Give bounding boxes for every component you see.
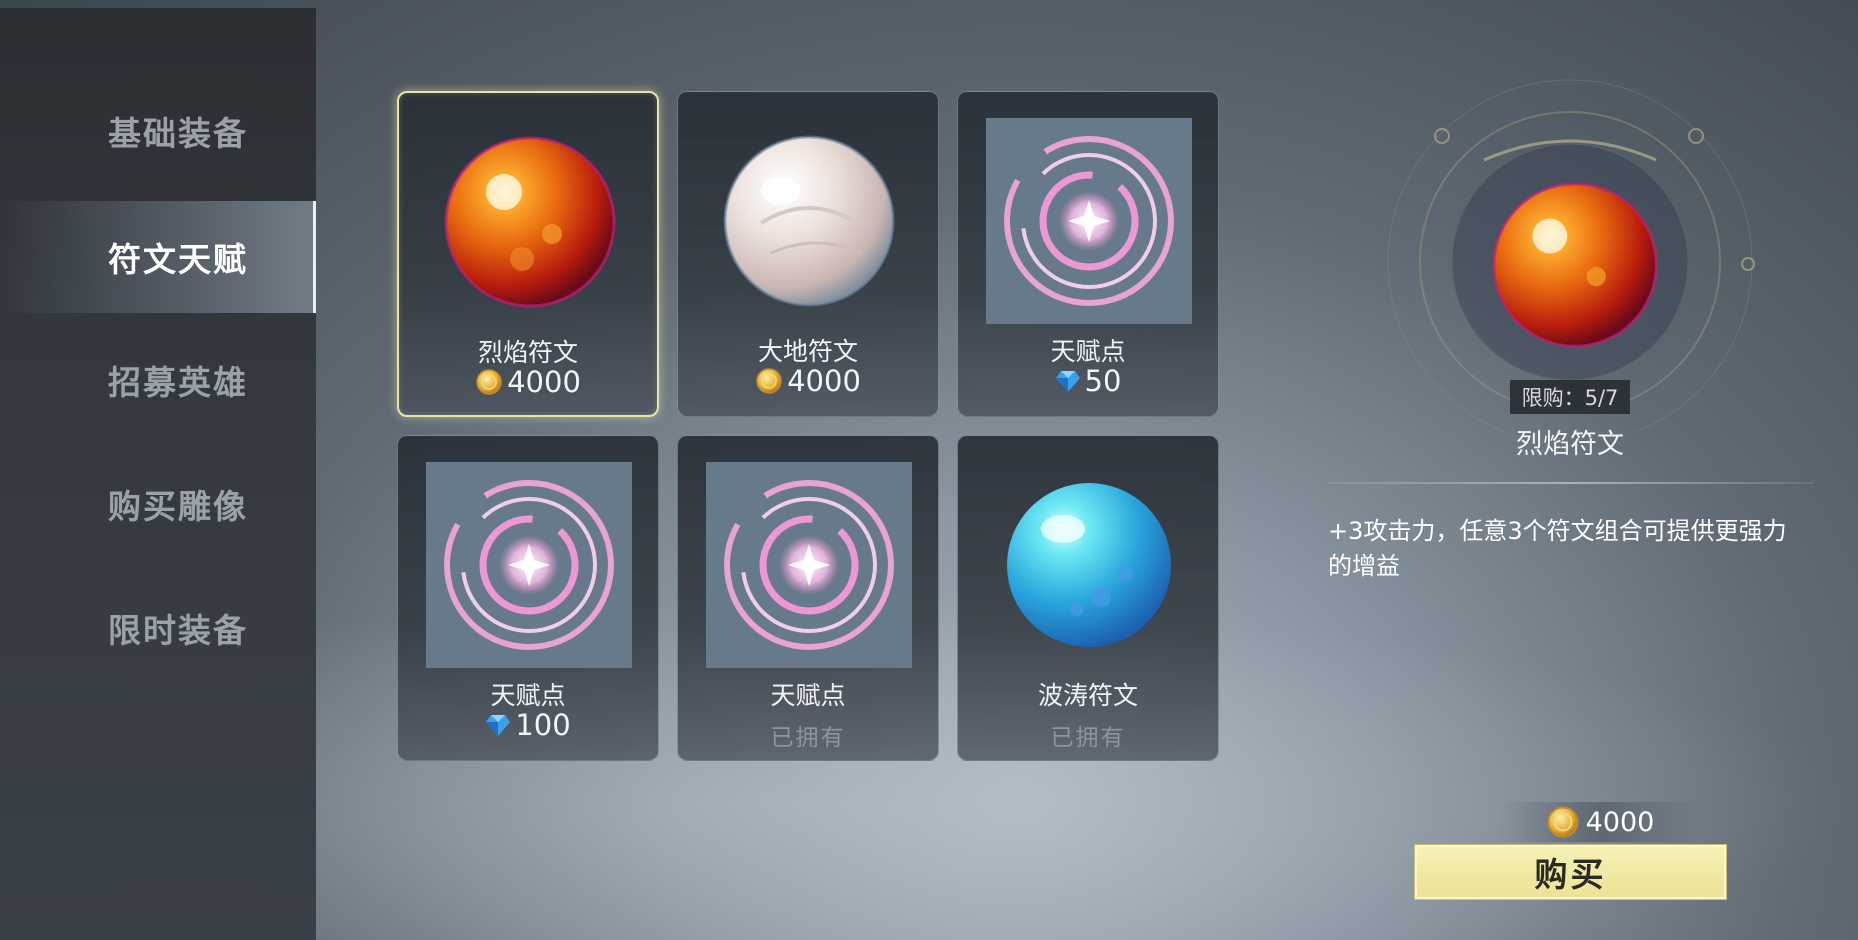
item-price: 50 xyxy=(958,364,1218,398)
talent-swirl-icon xyxy=(706,462,912,668)
sidebar-item-rune-talent[interactable]: 符文天赋 xyxy=(0,201,316,313)
item-price: 4000 xyxy=(399,365,657,399)
owned-status: 已拥有 xyxy=(770,725,846,751)
category-sidebar: 基础装备 符文天赋 招募英雄 购买雕像 限时装备 xyxy=(0,8,316,940)
cost-value: 4000 xyxy=(1585,806,1655,838)
purchase-limit-badge: 限购：5/7 xyxy=(1510,380,1630,414)
item-name: 烈焰符文 xyxy=(477,338,578,367)
gold-coin-icon xyxy=(1547,806,1579,838)
shop-item-fire-rune[interactable]: 烈焰符文 4000 xyxy=(397,91,659,417)
item-name: 天赋点 xyxy=(1050,337,1126,366)
sidebar-item-label: 招募英雄 xyxy=(108,363,248,402)
blue-gem-icon xyxy=(486,715,511,736)
item-name: 大地符文 xyxy=(757,337,858,366)
wave-rune-orb-icon xyxy=(986,462,1192,668)
sidebar-item-label: 购买雕像 xyxy=(108,487,248,526)
earth-rune-orb-icon xyxy=(706,118,912,324)
price-value: 4000 xyxy=(787,364,861,398)
selected-item-name: 烈焰符文 xyxy=(1516,429,1624,460)
sidebar-item-limited-equipment[interactable]: 限时装备 xyxy=(0,572,316,684)
purchase-cost: 4000 xyxy=(1500,802,1700,842)
sidebar-item-recruit-heroes[interactable]: 招募英雄 xyxy=(0,324,316,436)
sidebar-item-label: 符文天赋 xyxy=(108,240,248,279)
shop-item-talent-point-owned[interactable]: 天赋点 已拥有 xyxy=(677,435,939,761)
owned-status: 已拥有 xyxy=(1050,725,1126,751)
buy-button[interactable]: 购买 xyxy=(1414,844,1727,900)
item-description: +3攻击力，任意3个符文组合可提供更强力的增益 xyxy=(1328,517,1787,580)
shop-item-wave-rune[interactable]: 波涛符文 已拥有 xyxy=(957,435,1219,761)
item-name: 波涛符文 xyxy=(1037,681,1138,710)
sidebar-item-label: 限时装备 xyxy=(108,611,248,650)
gold-coin-icon xyxy=(476,369,502,395)
item-name: 天赋点 xyxy=(490,681,566,710)
shop-item-talent-point-50[interactable]: 天赋点 50 xyxy=(957,91,1219,417)
sidebar-item-basic-equipment[interactable]: 基础装备 xyxy=(0,75,316,187)
talent-swirl-icon xyxy=(986,118,1192,324)
divider xyxy=(1328,482,1814,484)
fire-rune-orb-icon xyxy=(427,119,633,325)
item-price: 4000 xyxy=(678,364,938,398)
shop-item-talent-point-100[interactable]: 天赋点 100 xyxy=(397,435,659,761)
talent-swirl-icon xyxy=(426,462,632,668)
price-value: 4000 xyxy=(507,365,581,399)
blue-gem-icon xyxy=(1055,371,1080,392)
selected-item-preview xyxy=(1324,72,1824,445)
item-price: 100 xyxy=(398,708,658,742)
gold-coin-icon xyxy=(756,368,782,394)
price-value: 100 xyxy=(515,708,571,742)
sidebar-item-label: 基础装备 xyxy=(108,114,248,153)
sidebar-item-buy-statues[interactable]: 购买雕像 xyxy=(0,448,316,560)
shop-item-earth-rune[interactable]: 大地符文 4000 xyxy=(677,91,939,417)
fire-rune-orb-icon xyxy=(1492,182,1658,348)
price-value: 50 xyxy=(1084,364,1122,398)
item-name: 天赋点 xyxy=(770,681,846,710)
